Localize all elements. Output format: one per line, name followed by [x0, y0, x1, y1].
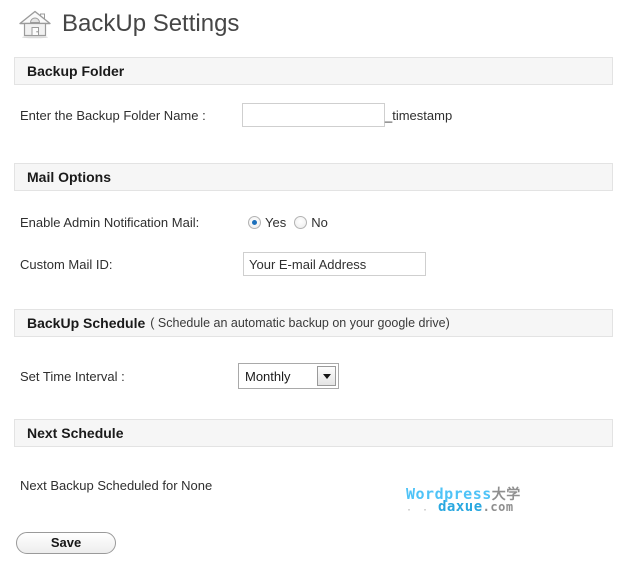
page-header: BackUp Settings [0, 0, 623, 42]
label-set-time-interval: Set Time Interval : [20, 368, 125, 384]
watermark-latin-bottom: daxue [438, 499, 483, 515]
section-title-backup-folder: Backup Folder [27, 63, 125, 79]
time-interval-select[interactable]: Monthly [238, 363, 339, 389]
row-custom-mail-id: Custom Mail ID: [20, 252, 613, 276]
radio-no-label: No [311, 215, 328, 230]
row-time-interval: Set Time Interval : Monthly [20, 363, 613, 389]
radio-option-yes[interactable]: Yes [248, 215, 286, 230]
radio-no-button[interactable] [294, 216, 308, 229]
admin-notification-radio-group[interactable]: Yes No [248, 215, 336, 230]
section-header-backup-schedule: BackUp Schedule ( Schedule an automatic … [14, 309, 613, 337]
radio-yes-label: Yes [265, 215, 287, 230]
row-backup-folder-name: Enter the Backup Folder Name : _timestam… [20, 103, 613, 127]
backup-folder-name-input[interactable] [242, 103, 385, 127]
timestamp-suffix-label: _timestamp [385, 107, 453, 123]
section-header-mail-options: Mail Options [14, 163, 613, 191]
watermark-tld: .com [482, 500, 514, 514]
label-enable-admin-notification: Enable Admin Notification Mail: [20, 215, 200, 230]
section-title-next-schedule: Next Schedule [27, 425, 124, 441]
save-button[interactable]: Save [16, 532, 116, 554]
home-icon [18, 7, 52, 41]
row-admin-notification: Enable Admin Notification Mail: Yes No [20, 215, 613, 230]
caret-shape [322, 373, 331, 379]
radio-option-no[interactable]: No [294, 215, 328, 230]
section-header-backup-folder: Backup Folder [14, 57, 613, 85]
watermark-logo: · · · · Wordpress大学 daxue.com [400, 484, 550, 518]
watermark-line-2: daxue.com [438, 499, 514, 515]
section-header-next-schedule: Next Schedule [14, 419, 613, 447]
section-note-backup-schedule: ( Schedule an automatic backup on your g… [150, 316, 450, 330]
label-backup-folder-name: Enter the Backup Folder Name : [20, 107, 206, 123]
label-custom-mail-id: Custom Mail ID: [20, 256, 113, 272]
section-title-backup-schedule: BackUp Schedule [27, 315, 146, 331]
section-title-mail-options: Mail Options [27, 169, 111, 185]
page-title: BackUp Settings [62, 10, 240, 37]
next-backup-status-text: Next Backup Scheduled for None [20, 478, 213, 493]
chevron-down-icon[interactable] [317, 366, 336, 386]
time-interval-selected-value: Monthly [245, 368, 291, 384]
custom-mail-id-input[interactable] [243, 252, 426, 276]
radio-yes-button[interactable] [248, 216, 261, 229]
